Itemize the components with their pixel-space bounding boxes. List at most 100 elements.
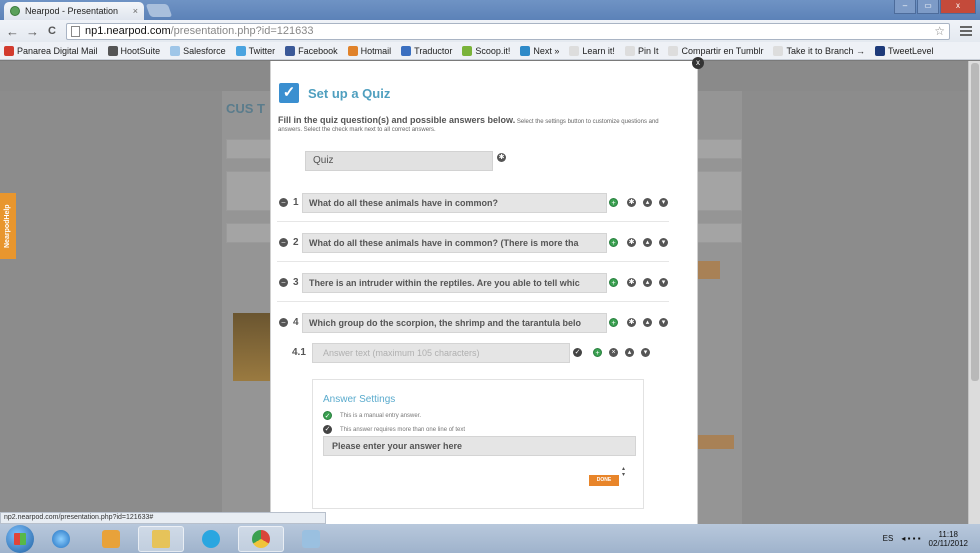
- reload-button[interactable]: C: [46, 25, 58, 37]
- bookmark-label: Learn it!: [582, 45, 615, 56]
- bookmark-item[interactable]: HootSuite: [107, 45, 161, 56]
- add-answer-icon[interactable]: +: [609, 198, 618, 207]
- add-answer-icon[interactable]: +: [593, 348, 602, 357]
- move-up-icon[interactable]: ▴: [643, 238, 652, 247]
- separator: [277, 261, 669, 262]
- remove-question-icon[interactable]: –: [279, 278, 288, 287]
- browser-tab[interactable]: Nearpod - Presentation ×: [4, 2, 144, 20]
- resize-arrows-icon[interactable]: ▴ ▾: [622, 466, 625, 478]
- manual-entry-label: This is a manual entry answer.: [340, 412, 422, 419]
- scrollbar-thumb[interactable]: [971, 63, 979, 381]
- forward-button[interactable]: →: [26, 24, 39, 39]
- correct-answer-check-icon[interactable]: ✓: [573, 348, 582, 357]
- bookmark-label: Facebook: [298, 45, 338, 56]
- separator: [277, 301, 669, 302]
- move-down-icon[interactable]: ▾: [659, 318, 668, 327]
- settings-icon[interactable]: ✱: [627, 198, 636, 207]
- checkmark-icon[interactable]: ✓: [323, 425, 332, 434]
- bookmark-favicon-icon: [4, 45, 14, 56]
- answer-placeholder-input[interactable]: Please enter your answer here: [323, 436, 636, 456]
- close-window-button[interactable]: x: [940, 0, 976, 14]
- remove-question-icon[interactable]: –: [279, 318, 288, 327]
- bookmark-item[interactable]: Panarea Digital Mail: [4, 45, 98, 56]
- question-field[interactable]: What do all these animals have in common…: [302, 233, 607, 253]
- answer-text-field[interactable]: Answer text (maximum 105 characters): [312, 343, 570, 363]
- taskbar-skype[interactable]: [188, 526, 234, 552]
- bookmark-label: TweetLevel: [888, 45, 934, 56]
- url-path: /presentation.php?id=121633: [170, 25, 314, 37]
- taskbar-explorer[interactable]: [138, 525, 184, 552]
- address-bar[interactable]: np1.nearpod.com/presentation.php?id=1216…: [66, 22, 950, 40]
- windows-taskbar: ES ◂ ▪ ▪ ▪ 11:18 02/11/2012: [0, 524, 980, 553]
- bookmark-star-icon[interactable]: ☆: [934, 24, 945, 38]
- bookmark-favicon-icon: [401, 45, 412, 56]
- back-button[interactable]: ←: [6, 24, 19, 39]
- bookmarks-bar: Panarea Digital Mail HootSuite Salesforce T…: [0, 42, 980, 60]
- internet-explorer-icon: [52, 529, 70, 548]
- nearpod-help-tab[interactable]: NearpodHelp: [0, 193, 16, 259]
- remove-question-icon[interactable]: –: [279, 198, 288, 207]
- bookmark-item[interactable]: Compartir en Tumblr: [668, 45, 763, 56]
- skype-icon: [202, 529, 220, 548]
- bookmark-label: HootSuite: [120, 45, 161, 56]
- question-field[interactable]: Which group do the scorpion, the shrimp …: [302, 313, 607, 333]
- menu-icon[interactable]: [958, 24, 974, 38]
- move-up-icon[interactable]: ▴: [643, 278, 652, 287]
- maximize-button[interactable]: ▭: [917, 0, 939, 14]
- add-answer-icon[interactable]: +: [609, 318, 618, 327]
- done-button[interactable]: DONE: [589, 475, 619, 486]
- bookmark-item[interactable]: Traductor: [401, 45, 452, 56]
- quiz-settings-icon[interactable]: ✱: [497, 153, 506, 162]
- background-button: [698, 261, 720, 279]
- settings-icon[interactable]: ✱: [627, 318, 636, 327]
- add-answer-icon[interactable]: +: [609, 278, 618, 287]
- instructions: Fill in the quiz question(s) and possibl…: [278, 116, 678, 134]
- tray-icons[interactable]: ◂ ▪ ▪ ▪: [901, 534, 920, 543]
- minimize-button[interactable]: –: [894, 0, 916, 14]
- bookmark-item[interactable]: Scoop.it!: [462, 45, 510, 56]
- move-up-icon[interactable]: ▴: [643, 198, 652, 207]
- bookmark-item[interactable]: Learn it!: [569, 45, 615, 56]
- bookmark-item[interactable]: Twitter: [235, 45, 275, 56]
- clock[interactable]: 11:18 02/11/2012: [929, 530, 968, 548]
- answer-settings-panel: Answer Settings ✓ This is a manual entry…: [312, 379, 644, 509]
- checkmark-icon[interactable]: ✓: [323, 411, 332, 420]
- move-up-icon[interactable]: ▴: [625, 348, 634, 357]
- bookmark-item[interactable]: Next »: [520, 45, 559, 56]
- move-down-icon[interactable]: ▾: [659, 238, 668, 247]
- bookmark-label: Hotmail: [360, 45, 392, 56]
- taskbar-media[interactable]: [88, 526, 134, 552]
- manual-entry-option[interactable]: ✓ This is a manual entry answer.: [323, 411, 421, 420]
- folder-icon: [152, 529, 170, 548]
- question-field[interactable]: There is an intruder within the reptiles…: [302, 273, 607, 293]
- bookmark-item[interactable]: Take it to Branch →: [773, 45, 865, 56]
- page-scrollbar[interactable]: [968, 61, 980, 524]
- modal-close-icon[interactable]: x: [692, 57, 704, 69]
- remove-answer-icon[interactable]: ×: [609, 348, 618, 357]
- move-down-icon[interactable]: ▾: [659, 278, 668, 287]
- bookmark-item[interactable]: Salesforce: [170, 45, 226, 56]
- tab-close-icon[interactable]: ×: [133, 6, 138, 16]
- bookmark-item[interactable]: Facebook: [285, 45, 338, 56]
- start-button[interactable]: [6, 524, 34, 553]
- settings-icon[interactable]: ✱: [627, 238, 636, 247]
- bookmark-item[interactable]: Hotmail: [347, 45, 392, 56]
- taskbar-ie[interactable]: [38, 526, 84, 552]
- question-field[interactable]: What do all these animals have in common…: [302, 193, 607, 213]
- quiz-name-field[interactable]: Quiz: [305, 151, 493, 171]
- remove-question-icon[interactable]: –: [279, 238, 288, 247]
- taskbar-app[interactable]: [288, 526, 334, 552]
- nearpod-favicon-icon: [10, 6, 20, 16]
- new-tab-button[interactable]: [145, 4, 173, 17]
- multiline-option[interactable]: ✓ This answer requires more than one lin…: [323, 425, 465, 434]
- move-down-icon[interactable]: ▾: [659, 198, 668, 207]
- language-indicator[interactable]: ES: [883, 534, 894, 543]
- taskbar-chrome[interactable]: [238, 525, 284, 552]
- settings-icon[interactable]: ✱: [627, 278, 636, 287]
- bookmark-favicon-icon: [462, 45, 473, 56]
- move-up-icon[interactable]: ▴: [643, 318, 652, 327]
- bookmark-item[interactable]: TweetLevel: [875, 45, 934, 56]
- add-answer-icon[interactable]: +: [609, 238, 618, 247]
- bookmark-item[interactable]: Pin It: [624, 45, 658, 56]
- move-down-icon[interactable]: ▾: [641, 348, 650, 357]
